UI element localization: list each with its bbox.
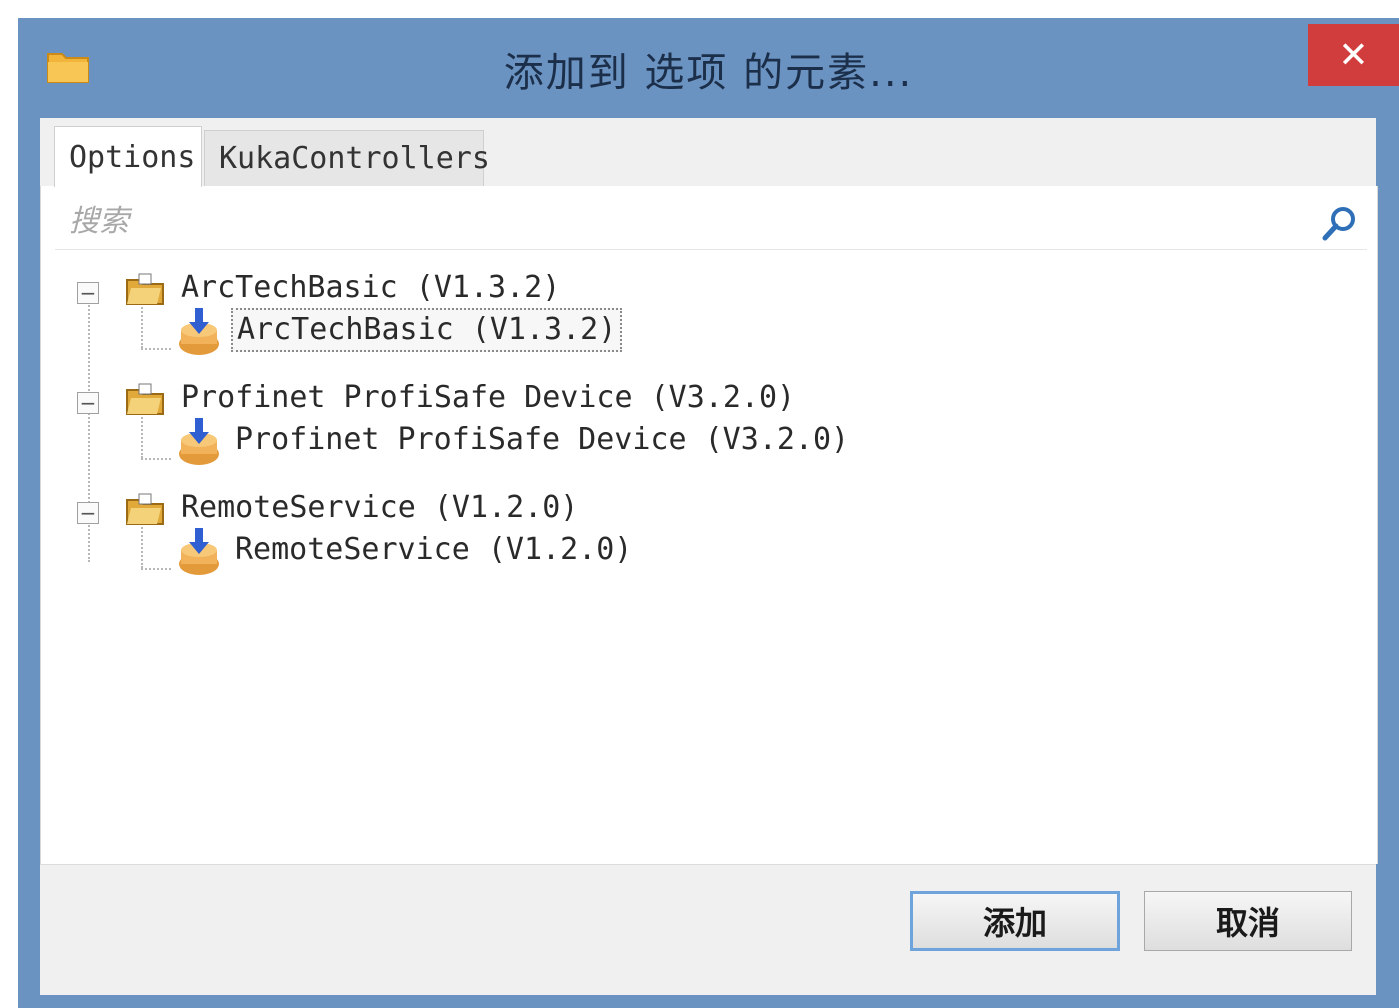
tab-kukacontrollers[interactable]: KukaControllers [204, 130, 490, 186]
close-button[interactable]: ✕ [1308, 24, 1399, 86]
title-bar[interactable]: 添加到 选项 的元素... ✕ [18, 18, 1399, 118]
package-folder-icon [126, 273, 164, 305]
tree-node-label: RemoteService (V1.2.0) [235, 532, 633, 567]
package-tree: − ArcTechBasic (V1.3.2) ArcTechBasic (V1… [41, 256, 1377, 856]
search-input[interactable] [55, 203, 1271, 240]
tree-node-label: ArcTechBasic (V1.3.2) [181, 270, 561, 305]
package-folder-icon [126, 493, 164, 525]
package-install-icon [179, 308, 219, 355]
tree-connector [141, 458, 171, 460]
tree-connector [141, 568, 171, 570]
dialog-footer: 添加 取消 [40, 864, 1376, 995]
dialog-body: Options KukaControllers 搜索 − ArcTechBasi… [40, 118, 1378, 995]
tree-node-label: RemoteService (V1.2.0) [181, 490, 579, 525]
add-button[interactable]: 添加 [910, 891, 1120, 951]
collapse-icon[interactable]: − [77, 392, 99, 414]
dialog-window: 添加到 选项 的元素... ✕ Options KukaControllers [18, 18, 1399, 1008]
tree-node-label: Profinet ProfiSafe Device (V3.2.0) [235, 422, 850, 457]
package-install-icon [179, 528, 219, 575]
tree-node-label-selected: ArcTechBasic (V1.3.2) [231, 308, 623, 352]
tab-options[interactable]: Options [54, 126, 202, 187]
collapse-icon[interactable]: − [77, 502, 99, 524]
collapse-icon[interactable]: − [77, 282, 99, 304]
window-title: 添加到 选项 的元素... [503, 50, 914, 96]
tree-connector [141, 348, 171, 350]
package-folder-icon [126, 383, 164, 415]
tree-node-label: Profinet ProfiSafe Device (V3.2.0) [181, 380, 796, 415]
search-icon[interactable] [1319, 204, 1359, 244]
tab-strip: Options KukaControllers [40, 118, 1376, 187]
options-panel: − ArcTechBasic (V1.3.2) [40, 186, 1378, 864]
package-install-icon [179, 418, 219, 465]
cancel-button[interactable]: 取消 [1144, 891, 1352, 951]
search-box [55, 194, 1367, 250]
